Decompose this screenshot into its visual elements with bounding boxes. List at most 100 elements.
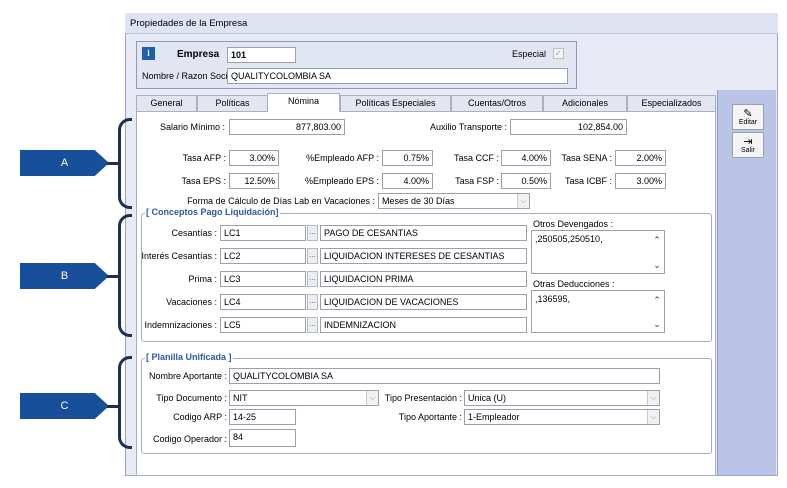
tipo-presentacion-select[interactable]: Unica (U) ⌵ (464, 390, 660, 406)
empresa-label: Empresa (177, 49, 220, 60)
tipo-documento-select[interactable]: NIT ⌵ (229, 390, 379, 406)
codigo-operador-label: Codigo Operador : (152, 434, 227, 444)
tipo-aportante-value: 1-Empleador (468, 412, 520, 422)
concepto-code-input[interactable]: LC2 (220, 248, 306, 264)
tasa-ccf-input[interactable]: 4.00% (501, 150, 551, 166)
exit-icon: ⇥ (743, 135, 753, 148)
empleado-afp-label: %Empleado AFP : (306, 153, 379, 163)
otras-deducciones-label: Otras Deducciones : (533, 279, 615, 289)
tipo-aportante-label: Tipo Aportante : (398, 412, 462, 422)
chevron-down-icon: ⌵ (647, 391, 659, 405)
lookup-button[interactable]: ... (307, 294, 318, 310)
tasa-fsp-label: Tasa FSP : (455, 176, 499, 186)
tasa-fsp-input[interactable]: 0.50% (501, 173, 551, 189)
empleado-eps-input[interactable]: 4.00% (382, 173, 433, 189)
scroll-down-icon[interactable]: ⌄ (652, 319, 662, 330)
aportante-label: Nombre Aportante : (148, 371, 227, 381)
chevron-down-icon: ⌵ (517, 194, 529, 208)
tab-cuentas-otros[interactable]: Cuentas/Otros (451, 95, 543, 111)
scroll-up-icon[interactable]: ⌃ (652, 295, 662, 306)
tasa-ccf-label: Tasa CCF : (453, 153, 499, 163)
edit-button-label: Editar (738, 118, 758, 126)
empleado-eps-label: %Empleado EPS : (304, 176, 379, 186)
tab-politicas[interactable]: Políticas (197, 95, 268, 111)
window-titlebar: Propiedades de la Empresa (125, 13, 778, 34)
exit-button[interactable]: ⇥ Salir (732, 132, 764, 158)
concepto-label: Cesantías : (171, 228, 217, 238)
codigo-arp-label: Codigo ARP : (173, 412, 227, 422)
concepto-label: Vacaciones : (166, 297, 217, 307)
tasa-icbf-input[interactable]: 3.00% (615, 173, 666, 189)
tab-general[interactable]: General (136, 95, 197, 111)
concepto-desc-input[interactable]: LIQUIDACION PRIMA (320, 271, 527, 287)
concepto-code-input[interactable]: LC5 (220, 317, 306, 333)
lookup-button[interactable]: ... (307, 317, 318, 333)
empresa-input[interactable]: 101 (227, 47, 296, 63)
especial-label: Especial (512, 49, 547, 59)
tab-nomina[interactable]: Nómina (267, 93, 340, 112)
tasa-sena-input[interactable]: 2.00% (615, 150, 666, 166)
tipo-documento-value: NIT (233, 393, 248, 403)
forma-calculo-value: Meses de 30 Días (382, 196, 455, 206)
lookup-button[interactable]: ... (307, 248, 318, 264)
lookup-button[interactable]: ... (307, 225, 318, 241)
auxilio-input[interactable]: 102,854.00 (510, 119, 627, 135)
tipo-aportante-select[interactable]: 1-Empleador ⌵ (464, 409, 660, 425)
codigo-operador-input[interactable]: 84 (229, 429, 296, 447)
especial-checkbox[interactable]: ✓ (553, 48, 564, 59)
tab-especializados[interactable]: Especializados (627, 95, 716, 111)
tasa-eps-input[interactable]: 12.50% (229, 173, 279, 189)
bracket-c (118, 356, 132, 449)
concepto-code-input[interactable]: LC4 (220, 294, 306, 310)
lookup-button[interactable]: ... (307, 271, 318, 287)
concepto-code-input[interactable]: LC3 (220, 271, 306, 287)
tasa-afp-input[interactable]: 3.00% (229, 150, 279, 166)
tasa-afp-label: Tasa AFP : (182, 153, 226, 163)
otras-deducciones-textarea[interactable]: ,136595, ⌃ ⌄ (531, 290, 665, 333)
concepto-desc-input[interactable]: LIQUIDACION INTERESES DE CESANTIAS (320, 248, 527, 264)
razon-social-input[interactable]: QUALITYCOLOMBIA SA (227, 68, 568, 84)
concepto-desc-input[interactable]: PAGO DE CESANTIAS (320, 225, 527, 241)
edit-button[interactable]: ✎ Editar (732, 104, 764, 130)
razon-social-label: Nombre / Razon Social (142, 71, 235, 81)
otras-deducciones-value: ,136595, (535, 294, 571, 304)
concepto-desc-input[interactable]: INDEMNIZACION (320, 317, 527, 333)
concepto-code-input[interactable]: LC1 (220, 225, 306, 241)
salario-label: Salario Mínimo : (159, 122, 225, 132)
tab-politicas-especiales[interactable]: Políticas Especiales (340, 95, 451, 111)
codigo-arp-input[interactable]: 14-25 (229, 409, 296, 425)
tipo-presentacion-label: Tipo Presentación : (384, 393, 462, 403)
otros-devengados-label: Otros Devengados : (533, 219, 614, 229)
callout-a: A (20, 150, 109, 176)
bracket-b (118, 214, 132, 337)
side-toolbar: ✎ Editar ⇥ Salir (717, 90, 776, 475)
concepto-desc-input[interactable]: LIQUIDACION DE VACACIONES (320, 294, 527, 310)
planilla-title: [ Planilla Unificada ] (145, 352, 233, 362)
nomina-panel: Salario Mínimo : 877,803.00 Auxilio Tran… (136, 111, 716, 476)
empleado-afp-input[interactable]: 0.75% (382, 150, 433, 166)
tipo-presentacion-value: Unica (U) (468, 393, 507, 403)
tipo-documento-label: Tipo Documento : (156, 393, 227, 403)
conceptos-title: [ Conceptos Pago Liquidación] (145, 207, 280, 217)
callout-c: C (20, 393, 109, 419)
tasa-eps-label: Tasa EPS : (181, 176, 226, 186)
scroll-up-icon[interactable]: ⌃ (652, 235, 662, 246)
concepto-label: Prima : (188, 274, 217, 284)
exit-button-label: Salir (740, 146, 755, 154)
info-icon: i (142, 47, 155, 60)
tab-adicionales[interactable]: Adicionales (543, 95, 627, 111)
forma-calculo-label: Forma de Cálculo de Días Lab en Vacacion… (187, 196, 375, 206)
chevron-down-icon: ⌵ (647, 410, 659, 424)
tab-bar: General Políticas Nómina Políticas Espec… (136, 93, 716, 112)
scroll-down-icon[interactable]: ⌄ (652, 260, 662, 271)
otros-devengados-textarea[interactable]: ,250505,250510, ⌃ ⌄ (531, 230, 665, 274)
company-header: i Empresa 101 Especial ✓ Nombre / Razon … (136, 41, 577, 89)
forma-calculo-select[interactable]: Meses de 30 Días ⌵ (378, 193, 530, 209)
concepto-label: Indemnizaciones : (144, 320, 217, 330)
aportante-input[interactable]: QUALITYCOLOMBIA SA (229, 368, 660, 384)
tasa-icbf-label: Tasa ICBF : (564, 176, 612, 186)
bracket-a (118, 118, 132, 209)
callout-b: B (20, 263, 109, 289)
concepto-label: Interés Cesantías : (141, 251, 217, 261)
salario-input[interactable]: 877,803.00 (229, 119, 345, 135)
